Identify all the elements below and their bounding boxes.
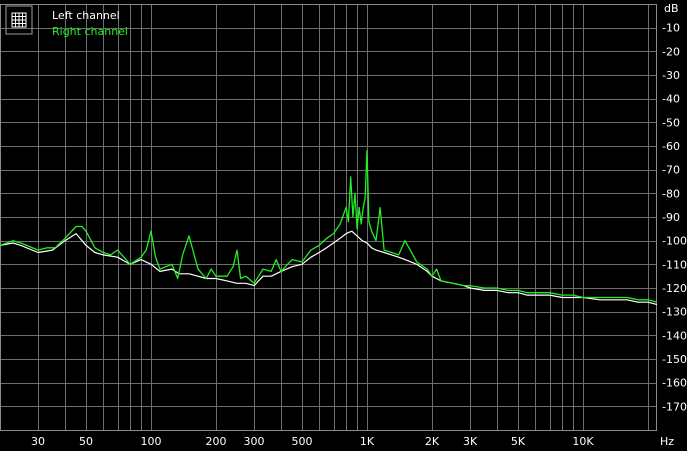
y-tick-label: -100 (662, 235, 687, 248)
legend-entry-left-channel: Left channel (52, 9, 120, 22)
y-tick-label: -80 (662, 187, 680, 200)
y-tick-label: -50 (662, 116, 680, 129)
x-tick-label: 30 (31, 435, 45, 448)
y-tick-label: -110 (662, 258, 687, 271)
y-tick-label: -10 (662, 22, 680, 35)
y-tick-label: -130 (662, 306, 687, 319)
legend-entry-right-channel: Right channel (52, 25, 128, 38)
y-tick-label: -30 (662, 69, 680, 82)
y-unit-label: dB (664, 2, 679, 15)
y-tick-label: -170 (662, 400, 687, 413)
x-tick-label: 50 (79, 435, 93, 448)
y-tick-label: -20 (662, 45, 680, 58)
y-tick-label: -40 (662, 93, 680, 106)
y-tick-label: -70 (662, 164, 680, 177)
x-tick-label: 500 (291, 435, 312, 448)
y-tick-label: -160 (662, 377, 687, 390)
x-tick-label: 3K (463, 435, 478, 448)
y-tick-label: -150 (662, 353, 687, 366)
x-tick-label: 100 (140, 435, 161, 448)
y-tick-label: -60 (662, 140, 680, 153)
x-tick-label: 10K (572, 435, 594, 448)
x-tick-label: 300 (244, 435, 265, 448)
y-tick-label: -140 (662, 329, 687, 342)
spectrum-chart: 30 50 100 200 300 500 1K 2K 3K 5K 10K -10 -20 -30 -40… (0, 0, 687, 451)
y-tick-label: -90 (662, 211, 680, 224)
x-tick-label: 1K (360, 435, 375, 448)
x-tick-label: 200 (206, 435, 227, 448)
x-tick-label: 2K (425, 435, 440, 448)
y-tick-label: -120 (662, 282, 687, 295)
x-unit-label: Hz (660, 435, 674, 448)
x-tick-label: 5K (511, 435, 526, 448)
